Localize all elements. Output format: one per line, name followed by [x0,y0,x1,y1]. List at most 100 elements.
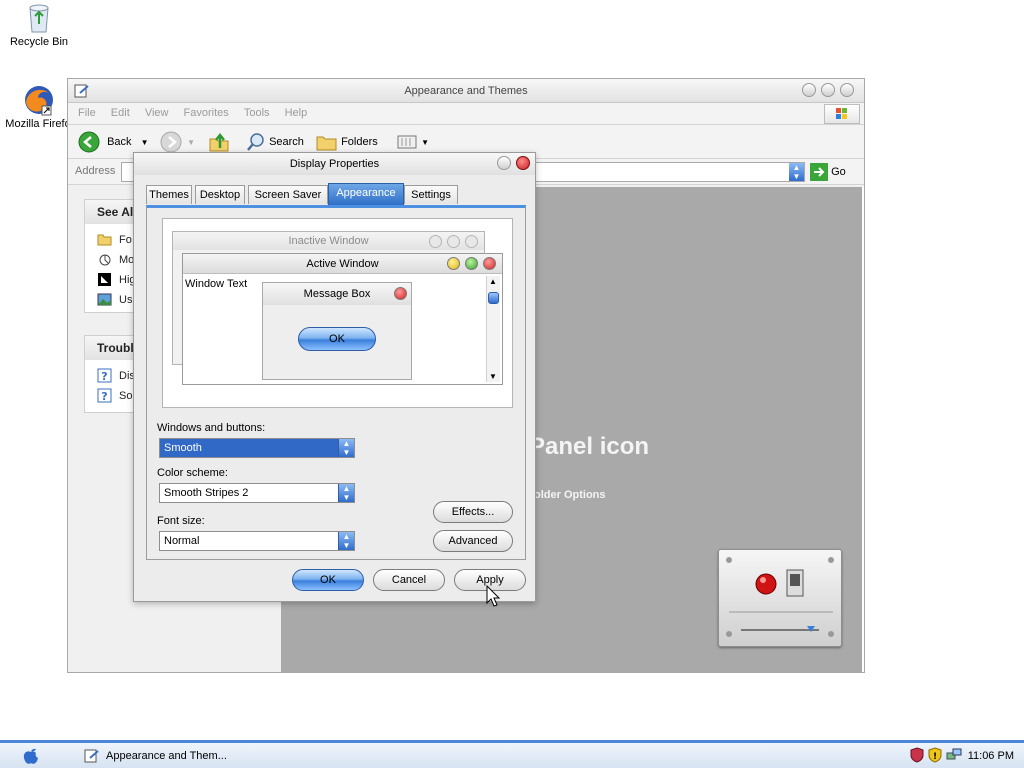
active-minimize-icon [447,257,460,270]
up-folder-button[interactable] [208,131,230,153]
views-button[interactable]: ▼ [396,131,429,153]
active-close-icon [483,257,496,270]
firefox-icon [25,86,53,116]
forward-button[interactable]: ▼ [160,131,195,153]
tab-themes[interactable]: Themes [146,185,192,204]
scroll-thumb [488,292,499,304]
address-dropdown-icon[interactable]: ▲ ▼ [789,163,804,181]
effects-button[interactable]: Effects... [433,501,513,523]
ok-button[interactable]: OK [292,569,364,591]
appearance-panel: Inactive Window Active Window Window Tex… [146,205,526,560]
dialog-titlebar[interactable]: Display Properties [134,153,535,175]
folders-button[interactable]: Folders [316,131,378,153]
go-button[interactable]: Go [810,162,846,182]
switch-panel-icon [726,557,834,637]
menu-help[interactable]: Help [279,103,314,119]
font-size-select[interactable]: Normal ▲ ▼ [159,531,355,551]
message-box-close-icon [394,287,407,300]
preview-message-box: Message Box OK [262,282,412,380]
svg-text:?: ? [101,390,107,403]
mouse-pointer-icon [99,254,111,266]
menu-file[interactable]: File [68,103,102,119]
recycle-bin-desktop-icon[interactable]: Recycle Bin [4,2,74,48]
close-button[interactable] [840,83,854,97]
back-label: Back [107,136,132,148]
inactive-close-icon [465,235,478,248]
user-picture-icon [97,293,112,306]
font-size-value: Normal [164,535,200,547]
views-dropdown-icon: ▼ [421,138,429,147]
firefox-label: Mozilla Firefo [5,118,71,130]
back-button[interactable]: Back ▼ [78,131,149,153]
active-window-titlebar: Active Window [183,254,502,274]
content-heading: Panel icon [529,433,650,460]
views-icon [397,135,417,149]
up-folder-icon [209,133,229,152]
minimize-button[interactable] [802,83,816,97]
folders-icon [316,136,337,151]
control-panel-icon [84,749,99,763]
active-maximize-icon [465,257,478,270]
inactive-minimize-icon [429,235,442,248]
go-label: Go [831,166,846,178]
windows-buttons-select[interactable]: Smooth ▲ ▼ [159,438,355,458]
dialog-title: Display Properties [289,158,380,170]
dialog-help-button[interactable] [497,156,511,170]
windows-buttons-label: Windows and buttons: [157,422,266,434]
tab-desktop[interactable]: Desktop [195,185,245,204]
menu-edit[interactable]: Edit [105,103,136,119]
font-size-label: Font size: [157,515,205,527]
tab-settings[interactable]: Settings [404,185,458,204]
windows-logo-icon [824,104,860,124]
search-icon [247,133,264,151]
forward-arrow-icon [160,131,182,153]
maximize-button[interactable] [821,83,835,97]
recycle-bin-icon [29,4,49,33]
tab-appearance[interactable]: Appearance [328,183,404,205]
menu-tools[interactable]: Tools [238,103,276,119]
advanced-button[interactable]: Advanced [433,530,513,552]
back-arrow-icon [78,131,100,153]
appearance-preview: Inactive Window Active Window Window Tex… [162,218,513,408]
control-panel-graphic [718,549,842,647]
troubleshooter-label: So [119,390,133,402]
dialog-close-button[interactable] [516,156,530,170]
apple-start-icon[interactable] [22,746,40,766]
preview-scrollbar: ▲ ▼ [486,276,500,382]
preview-ok-button: OK [298,327,376,351]
firefox-desktop-icon[interactable]: Mozilla Firefo [3,84,73,130]
high-contrast-icon [98,273,111,286]
taskbar-explorer-button[interactable]: Appearance and Them... [80,745,227,767]
search-button[interactable]: Search [246,131,304,153]
color-scheme-select[interactable]: Smooth Stripes 2 ▲ ▼ [159,483,355,503]
windows-buttons-dropdown-icon: ▲ ▼ [338,439,354,457]
network-icon[interactable] [946,747,962,763]
tab-screen-saver[interactable]: Screen Saver [248,185,328,204]
back-dropdown-icon[interactable]: ▼ [141,138,149,147]
warning-shield-icon[interactable]: ! [928,747,942,763]
address-label: Address [75,165,116,177]
mouse-cursor-icon [486,585,501,607]
font-size-dropdown-icon: ▲ ▼ [338,532,354,550]
search-label: Search [269,136,304,148]
svg-text:?: ? [101,370,107,383]
message-box-titlebar: Message Box [263,283,411,305]
menu-view[interactable]: View [139,103,175,119]
see-also-label: Us [119,294,133,306]
taskbar: Appearance and Them... ! 11:06 PM [0,740,1024,768]
control-panel-icon [74,84,89,98]
inactive-window-title: Inactive Window [288,235,369,247]
folder-options-link[interactable]: older Options [534,489,606,501]
display-properties-dialog: Display Properties Themes Desktop Screen… [133,152,536,602]
menu-favorites[interactable]: Favorites [178,103,235,119]
help-icon: ? [97,368,112,383]
color-scheme-dropdown-icon: ▲ ▼ [338,484,354,502]
color-scheme-label: Color scheme: [157,467,228,479]
forward-dropdown-icon: ▼ [187,138,195,147]
explorer-titlebar[interactable]: Appearance and Themes [68,79,864,103]
preview-window-text: Window Text [185,278,248,290]
security-shield-icon[interactable] [910,747,924,763]
cancel-button[interactable]: Cancel [373,569,445,591]
taskbar-clock[interactable]: 11:06 PM [968,745,1014,767]
inactive-maximize-icon [447,235,460,248]
